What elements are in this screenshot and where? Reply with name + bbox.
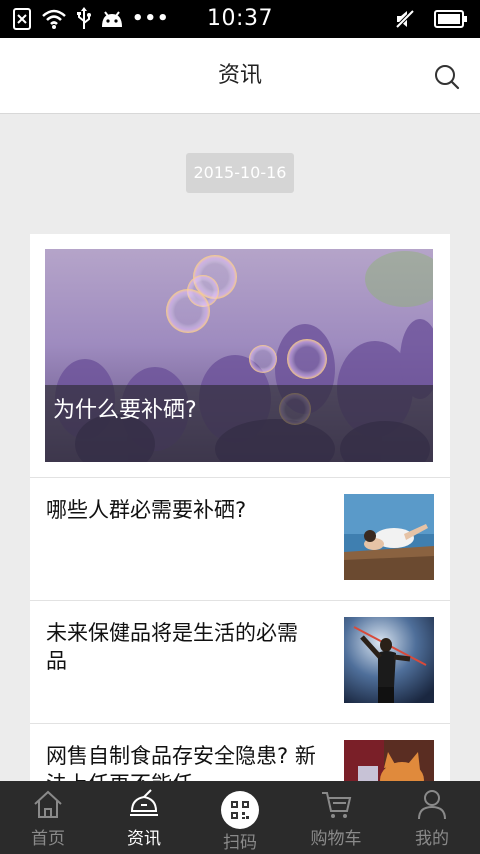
featured-article[interactable]: 为什么要补硒? (45, 249, 433, 462)
search-button[interactable] (432, 62, 462, 92)
article-item[interactable]: 未来保健品将是生活的必需品 (30, 600, 450, 723)
thumbnail-yoga-image (344, 494, 434, 580)
battery-icon (434, 10, 467, 28)
thumbnail-athlete-image (344, 617, 434, 703)
article-thumbnail (344, 617, 434, 703)
app-header: 资讯 (0, 38, 480, 114)
status-icons-right (394, 0, 468, 38)
cart-icon (322, 792, 352, 818)
page-title: 资讯 (217, 63, 262, 88)
tab-news-label: 资讯 (127, 829, 161, 849)
featured-article-title: 为什么要补硒? (45, 385, 433, 462)
tab-scan-label: 扫码 (223, 833, 257, 853)
article-item[interactable]: 哪些人群必需要补硒? (30, 477, 450, 600)
tab-cart-label: 购物车 (310, 829, 362, 849)
article-thumbnail (344, 494, 434, 580)
news-card: 为什么要补硒? 哪些人群必需要补硒? 未来保健品将是生活的必需品 网售自制食品存… (30, 234, 450, 794)
home-icon (34, 790, 62, 818)
tab-profile[interactable]: 我的 (384, 781, 480, 854)
user-icon (418, 790, 446, 820)
search-icon (435, 65, 460, 90)
scan-button-circle (221, 791, 259, 829)
news-icon (130, 789, 158, 816)
qr-scan-icon (231, 801, 249, 819)
tab-cart[interactable]: 购物车 (288, 781, 384, 854)
date-badge: 2015-10-16 (185, 153, 295, 193)
tab-news[interactable]: 资讯 (96, 781, 192, 854)
date-separator: 2015-10-16 (0, 153, 480, 193)
article-title: 未来保健品将是生活的必需品 (46, 621, 298, 673)
tab-profile-label: 我的 (415, 829, 449, 849)
tab-scan[interactable]: 扫码 (192, 781, 288, 854)
article-title: 哪些人群必需要补硒? (46, 498, 247, 522)
bottom-tab-bar: 首页 资讯 扫码 购物车 我的 (0, 781, 480, 854)
status-bar: ••• 10:37 (0, 0, 480, 38)
tab-home-label: 首页 (31, 829, 65, 849)
mute-icon (394, 8, 416, 30)
tab-home[interactable]: 首页 (0, 781, 96, 854)
